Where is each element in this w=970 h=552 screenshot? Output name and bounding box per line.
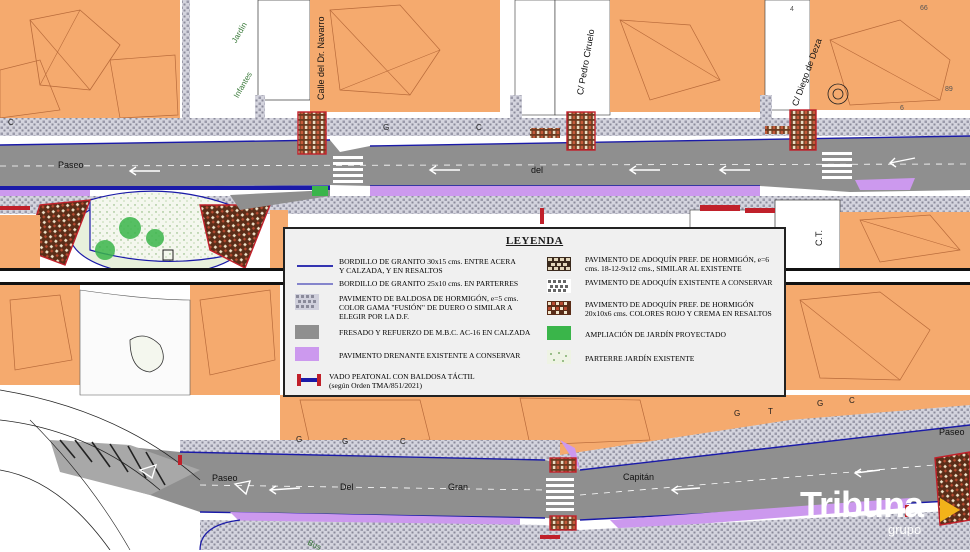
map-code-c: C	[8, 118, 14, 127]
legend-item-parterre: PARTERRE JARDÍN EXISTENTE	[585, 354, 695, 363]
label-ct: C.T.	[814, 229, 824, 246]
label-calle-navarro: Calle del Dr. Navarro	[316, 16, 326, 100]
legend-item-adoquin-new: PAVIMENTO DE ADOQUÍN PREF. DE HORMIGÓN, …	[585, 255, 770, 273]
map-code-c4: C	[400, 437, 406, 446]
label-capitan: Capitán	[623, 472, 655, 482]
legend-item-adoquin-red: PAVIMENTO DE ADOQUÍN PREF. DE HORMIGÓN 2…	[585, 300, 772, 318]
map-number-6: 6	[900, 105, 904, 112]
label-paseo-bottom-left: Paseo	[212, 473, 238, 483]
legend-swatch-adoquin-red	[547, 301, 571, 315]
legend-item-purple: PAVIMENTO DRENANTE EXISTENTE A CONSERVAR	[339, 351, 521, 360]
legend-panel: LEYENDA BORDILLO DE GRANITO 30x15 cms. E…	[283, 227, 786, 397]
legend-swatch-adoquin-exist	[547, 279, 571, 293]
map-code-c2: C	[476, 123, 482, 132]
legend-item-curb-25: BORDILLO DE GRANITO 25x10 cms. EN PARTER…	[339, 279, 519, 288]
map-code-g5: G	[342, 437, 349, 446]
map-code-t: T	[768, 407, 773, 416]
legend-item-tile: PAVIMENTO DE BALDOSA DE HORMIGÓN, e=5 cm…	[339, 294, 519, 321]
label-paseo-top: Paseo	[58, 160, 84, 170]
legend-item-asphalt: FRESADO Y REFUERZO DE M.B.C. AC-16 EN CA…	[339, 328, 531, 337]
legend-swatch-adoquin-new	[547, 257, 571, 271]
map-code-g4: G	[296, 435, 303, 444]
legend-swatch-curb-30	[297, 265, 333, 267]
map-number-89: 89	[945, 86, 953, 93]
map-code-c3: C	[849, 396, 855, 405]
label-del-bottom: Del	[340, 482, 354, 492]
legend-item-curb-30: BORDILLO DE GRANITO 30x15 cms. ENTRE ACE…	[339, 257, 516, 275]
play-icon	[940, 498, 960, 522]
legend-item-adoquin-exist: PAVIMENTO DE ADOQUÍN EXISTENTE A CONSERV…	[585, 278, 773, 287]
building-block	[0, 0, 180, 120]
legend-swatch-vado	[297, 374, 321, 386]
legend-swatch-parterre	[547, 350, 571, 364]
watermark-sub: grupo	[888, 522, 922, 537]
tribuna-watermark: Tribuna grupo	[800, 484, 966, 544]
map-number-4: 4	[790, 6, 794, 13]
legend-item-vado: VADO PEATONAL CON BALDOSA TÁCTIL (según …	[329, 372, 475, 390]
legend-swatch-curb-25	[297, 283, 333, 285]
watermark-brand: Tribuna	[800, 484, 924, 525]
legend-swatch-tile	[295, 294, 319, 310]
legend-swatch-asphalt	[295, 325, 319, 339]
label-del-top: del	[531, 165, 544, 175]
legend-item-green: AMPLIACIÓN DE JARDÍN PROYECTADO	[585, 330, 726, 339]
map-number-66: 66	[920, 5, 928, 12]
map-code-g: G	[383, 123, 390, 132]
label-gran-bottom: Gran	[448, 482, 469, 492]
legend-swatch-green	[547, 326, 571, 340]
legend-swatch-purple	[295, 347, 319, 361]
label-paseo-bottom-right: Paseo	[939, 427, 965, 437]
map-code-g2: G	[734, 409, 741, 418]
map-code-g3: G	[817, 399, 824, 408]
legend-title: LEYENDA	[505, 235, 564, 247]
